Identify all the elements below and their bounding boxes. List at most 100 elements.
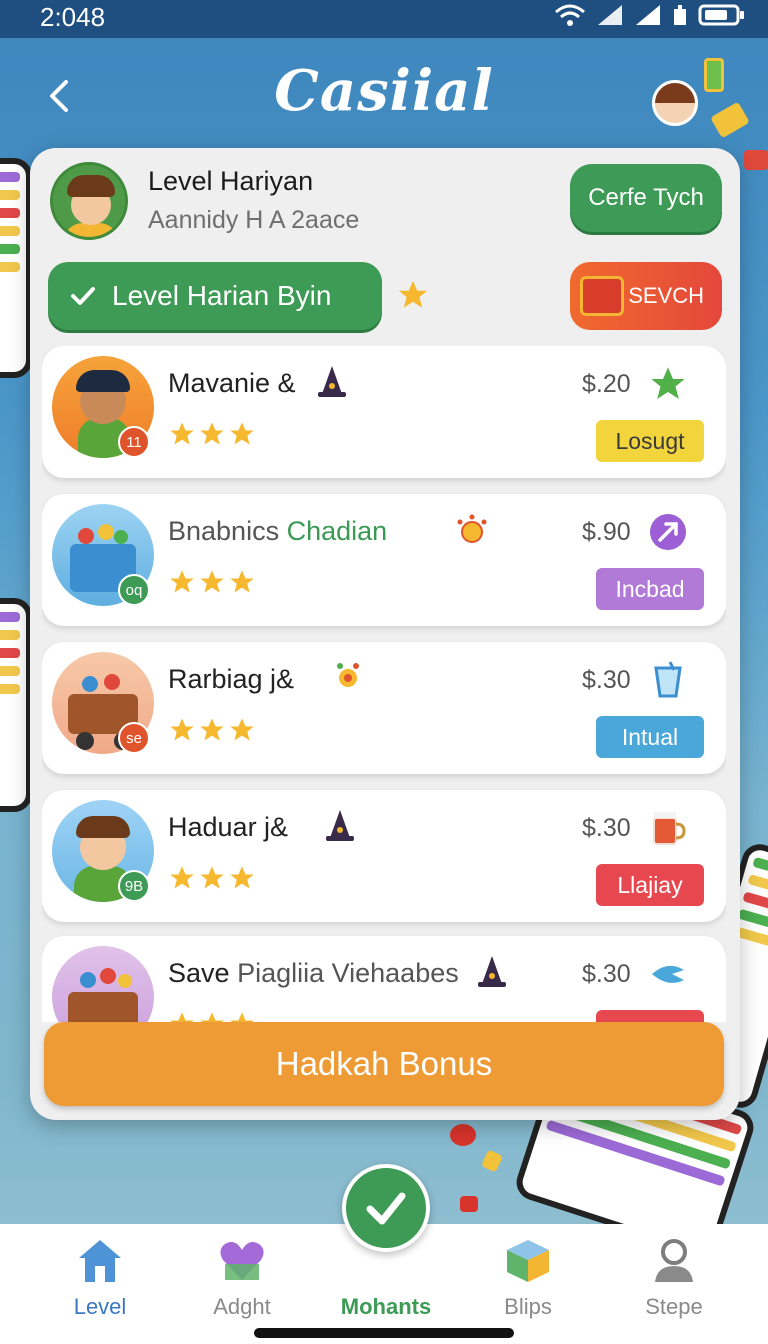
send-arrow-icon bbox=[652, 965, 684, 983]
level-badge: se bbox=[118, 722, 150, 754]
center-check-button[interactable] bbox=[342, 1164, 430, 1252]
arrow-circle-icon bbox=[650, 514, 686, 550]
game-title: Haduar j& bbox=[168, 812, 289, 842]
star-icon bbox=[230, 422, 254, 445]
game-price: $.20 bbox=[582, 370, 631, 398]
main-card: Level Hariyan Aannidy H A 2aace Cerfe Ty… bbox=[30, 148, 740, 1120]
witch-hat-icon bbox=[478, 956, 506, 987]
candy-decoration bbox=[450, 1124, 476, 1146]
status-badge[interactable]: Incbad bbox=[596, 568, 704, 610]
star-icon bbox=[170, 866, 194, 889]
home-icon bbox=[79, 1240, 121, 1282]
nav-item-stepe[interactable]: Stepe bbox=[604, 1224, 744, 1324]
profile-avatar[interactable] bbox=[50, 162, 128, 240]
game-title: Bnabnics Chadian bbox=[168, 516, 388, 546]
star-icon bbox=[200, 1012, 224, 1022]
candy-decoration bbox=[480, 1149, 504, 1173]
star-icon bbox=[170, 570, 194, 593]
candy-decoration bbox=[704, 58, 724, 92]
star-icon bbox=[170, 718, 194, 741]
status-bar: 2:048 bbox=[0, 0, 768, 38]
rating-stars bbox=[168, 864, 256, 892]
sim-icon bbox=[674, 5, 686, 25]
profile-name: Level Hariyan bbox=[148, 166, 314, 196]
game-thumbnail bbox=[52, 946, 154, 1022]
game-price: $.30 bbox=[582, 814, 631, 842]
decorative-phone-left-top bbox=[0, 158, 32, 378]
status-icons bbox=[554, 3, 746, 27]
coffee-mug-icon bbox=[653, 812, 686, 845]
level-filter-label: Level Harian Byin bbox=[112, 280, 332, 311]
wifi-icon bbox=[555, 4, 585, 26]
nav-label: Blips bbox=[504, 1294, 552, 1319]
game-title: Save Piagliia Viehaabes bbox=[168, 958, 459, 988]
star-icon bbox=[200, 570, 224, 593]
star-icon bbox=[200, 866, 224, 889]
star-icon bbox=[170, 422, 194, 445]
flower-icon bbox=[337, 663, 359, 687]
cube-icon bbox=[507, 1240, 549, 1282]
level-badge: oq bbox=[118, 574, 150, 606]
candy-decoration bbox=[744, 150, 768, 170]
nav-label: Stepe bbox=[645, 1294, 703, 1319]
level-badge: 9B bbox=[118, 870, 150, 902]
checkmark-icon bbox=[71, 287, 95, 305]
game-list-item[interactable]: 9B Haduar j& $.30 Llajiay bbox=[42, 790, 726, 922]
game-list: 11 Mavanie & $.20 Losugt oq Bnabnics Cha… bbox=[42, 346, 726, 1022]
candy-decoration bbox=[460, 1196, 478, 1212]
app-title: Casiial bbox=[274, 58, 494, 124]
rating-stars bbox=[168, 716, 256, 744]
home-indicator bbox=[254, 1328, 514, 1338]
star-icon bbox=[200, 718, 224, 741]
game-list-item[interactable]: 11 Mavanie & $.20 Losugt bbox=[42, 346, 726, 478]
status-time: 2:048 bbox=[40, 2, 106, 32]
game-list-item[interactable]: oq Bnabnics Chadian $.90 Incbad bbox=[42, 494, 726, 626]
game-list-item[interactable]: Save Piagliia Viehaabes $.30 bbox=[42, 936, 726, 1022]
star-icon bbox=[230, 718, 254, 741]
star-icon bbox=[170, 1012, 194, 1022]
sun-icon bbox=[457, 514, 487, 543]
rating-stars bbox=[168, 568, 256, 596]
nav-label: Adght bbox=[213, 1294, 271, 1319]
nav-item-blips[interactable]: Blips bbox=[458, 1224, 598, 1324]
game-title: Rarbiag j& bbox=[168, 664, 295, 694]
game-price: $.90 bbox=[582, 518, 631, 546]
nav-label: Level bbox=[73, 1294, 127, 1319]
game-price: $.30 bbox=[582, 960, 631, 988]
search-button[interactable]: SEVCH bbox=[570, 262, 722, 330]
rating-stars bbox=[168, 1010, 256, 1022]
profile-cta-button[interactable]: Cerfe Tych bbox=[570, 164, 722, 232]
nav-item-adght[interactable]: Adght bbox=[172, 1224, 312, 1324]
star-icon bbox=[200, 422, 224, 445]
nav-item-level[interactable]: Level bbox=[30, 1224, 170, 1324]
status-badge[interactable] bbox=[596, 1010, 704, 1022]
profile-subtitle: Aannidy H A 2aace bbox=[148, 206, 360, 234]
game-list-item[interactable]: se Rarbiag j& $.30 Intual bbox=[42, 642, 726, 774]
heart-icon bbox=[220, 1242, 264, 1280]
star-icon bbox=[230, 1012, 254, 1022]
status-badge[interactable]: Losugt bbox=[596, 420, 704, 462]
status-badge[interactable]: Llajiay bbox=[596, 864, 704, 906]
witch-hat-icon bbox=[318, 366, 346, 397]
green-star-icon bbox=[651, 367, 685, 399]
game-price: $.30 bbox=[582, 666, 631, 694]
bonus-button[interactable]: Hadkah Bonus bbox=[44, 1022, 724, 1106]
star-icon bbox=[230, 570, 254, 593]
signal-icon-2 bbox=[636, 5, 660, 25]
signal-icon bbox=[598, 5, 622, 25]
level-filter-button[interactable]: Level Harian Byin bbox=[48, 262, 382, 330]
floating-avatar-decoration bbox=[652, 80, 698, 126]
battery-icon bbox=[698, 4, 744, 26]
gift-icon bbox=[580, 276, 624, 316]
rating-stars bbox=[168, 420, 256, 448]
search-button-label: SEVCH bbox=[628, 283, 704, 308]
decorative-phone-left-bottom bbox=[0, 598, 32, 812]
drink-cup-icon bbox=[654, 661, 682, 698]
game-title: Mavanie & bbox=[168, 368, 296, 398]
level-badge: 11 bbox=[118, 426, 150, 458]
witch-hat-icon bbox=[326, 810, 354, 841]
check-icon bbox=[366, 1192, 406, 1225]
status-badge[interactable]: Intual bbox=[596, 716, 704, 758]
user-icon bbox=[655, 1239, 693, 1282]
nav-label: Mohants bbox=[340, 1294, 432, 1319]
